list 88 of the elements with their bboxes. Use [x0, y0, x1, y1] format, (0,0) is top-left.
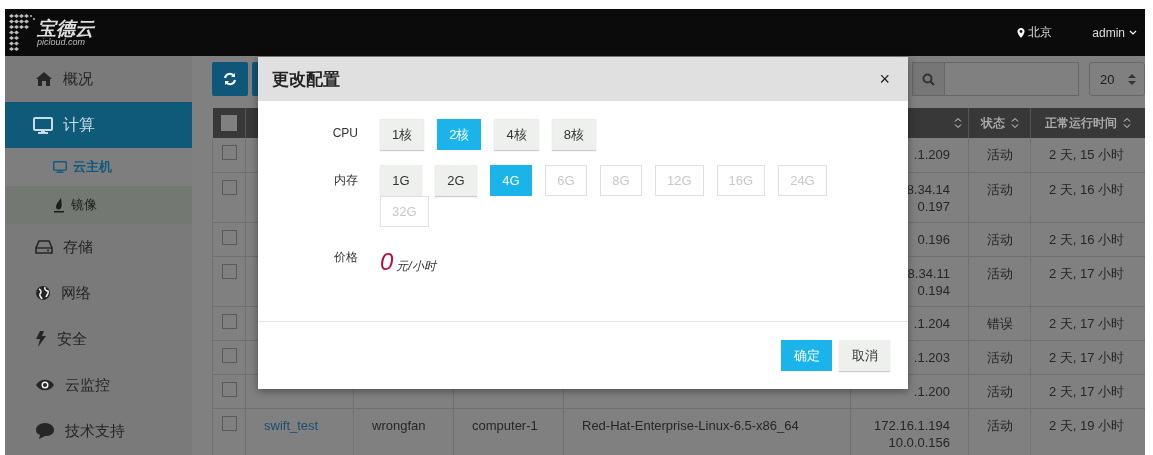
- uptime-cell: 2 天, 16 小时: [1049, 181, 1125, 197]
- row-checkbox[interactable]: [222, 347, 237, 363]
- option-button[interactable]: 4G: [490, 165, 532, 196]
- logo-icon: [7, 12, 35, 53]
- dialog-title: 更改配置: [272, 68, 340, 91]
- ip-address-cell: 8.34.14 0.197: [906, 181, 950, 214]
- logo-text: 宝德云: [37, 18, 94, 38]
- status-cell: 活动: [987, 349, 1013, 365]
- row-checkbox[interactable]: [222, 263, 237, 279]
- home-icon: [35, 71, 53, 87]
- confirm-button[interactable]: 确定: [781, 340, 832, 371]
- globe-icon: [35, 285, 51, 301]
- eye-icon: [35, 378, 55, 392]
- field-label: 内存: [333, 172, 358, 189]
- sidebar-subitem[interactable]: 镜像: [5, 186, 192, 224]
- cancel-button[interactable]: 取消: [839, 340, 890, 371]
- search-field[interactable]: [944, 62, 1079, 96]
- status-cell: 活动: [987, 265, 1013, 281]
- status-cell: 活动: [987, 417, 1013, 433]
- uptime-cell: 2 天, 17 小时: [1049, 383, 1125, 399]
- select-all-checkbox[interactable]: [220, 115, 237, 131]
- row-checkbox[interactable]: [222, 179, 237, 195]
- field-label: 价格: [333, 249, 358, 266]
- price-unit: 元/小时: [396, 258, 436, 275]
- price-value: 0: [380, 248, 394, 276]
- sidebar-item[interactable]: 概况: [5, 56, 192, 102]
- option-button[interactable]: 8核: [551, 119, 596, 150]
- close-button[interactable]: ×: [877, 70, 892, 88]
- status-cell: 活动: [987, 147, 1013, 162]
- sort-arrows-icon: [1128, 73, 1136, 85]
- status-cell: 错误: [987, 315, 1013, 331]
- ink-drop-icon: [53, 197, 65, 213]
- ip-address-cell: 172.16.1.194 10.0.0.156: [874, 417, 950, 450]
- ip-address-cell: .1.209: [913, 147, 950, 162]
- location-pin-icon: [1017, 26, 1026, 39]
- sidebar-item[interactable]: 安全: [5, 316, 192, 362]
- sidebar-item[interactable]: 存储: [5, 224, 192, 270]
- uptime-cell: 2 天, 19 小时: [1049, 417, 1125, 433]
- user-menu[interactable]: admin: [1092, 25, 1137, 40]
- search-button[interactable]: [912, 62, 944, 96]
- row-checkbox[interactable]: [222, 381, 237, 397]
- option-button[interactable]: 1核: [380, 119, 425, 150]
- ip-address-cell: 0.196: [917, 231, 950, 247]
- option-button[interactable]: 2G: [435, 165, 477, 196]
- ip-address-cell: .1.204: [913, 315, 950, 331]
- chevron-down-icon: [1129, 30, 1137, 35]
- location-label: 北京: [1028, 24, 1053, 41]
- uptime-cell: 2 天, 16 小时: [1049, 231, 1125, 247]
- sort-icon: [1010, 117, 1019, 129]
- ip-address-cell: .1.200: [913, 383, 950, 399]
- status-cell: 活动: [987, 181, 1013, 197]
- row-checkbox[interactable]: [222, 145, 237, 160]
- sidebar-item[interactable]: 技术支持: [5, 408, 192, 454]
- ip-address-cell: 8.34.11 0.194: [907, 265, 950, 298]
- row-checkbox[interactable]: [222, 229, 237, 245]
- monitor-icon: [53, 161, 67, 173]
- table-cell: Red-Hat-Enterprise-Linux-6.5-x86_64: [582, 417, 799, 433]
- logo-domain: picloud.com: [37, 37, 86, 47]
- sidebar-subitem[interactable]: 云主机: [5, 148, 192, 186]
- sort-icon: [1123, 117, 1131, 129]
- instance-link[interactable]: swift_test: [264, 417, 319, 433]
- sidebar-item[interactable]: 云监控: [5, 362, 192, 408]
- refresh-button[interactable]: [212, 62, 248, 96]
- status-cell: 活动: [987, 383, 1013, 399]
- search-icon: [922, 72, 935, 86]
- sidebar-item[interactable]: 网络: [5, 270, 192, 316]
- page-size-select[interactable]: 20: [1089, 62, 1145, 96]
- uptime-cell: 2 天, 17 小时: [1049, 265, 1125, 281]
- status-cell: 活动: [987, 231, 1013, 247]
- sort-icon: [954, 117, 962, 129]
- row-checkbox[interactable]: [222, 313, 237, 329]
- chat-bubble-icon: [35, 422, 55, 440]
- uptime-cell: 2 天, 15 小时: [1049, 147, 1125, 162]
- ip-address-cell: .1.203: [913, 349, 950, 365]
- monitor-icon: [33, 116, 53, 134]
- sidebar-item[interactable]: 计算: [5, 102, 192, 148]
- table-cell: wrongfan: [372, 417, 426, 433]
- table-cell: computer-1: [472, 417, 538, 433]
- refresh-icon: [223, 72, 237, 86]
- row-checkbox[interactable]: [222, 415, 237, 431]
- field-label: CPU: [331, 125, 358, 142]
- bolt-icon: [35, 330, 47, 348]
- option-button[interactable]: 2核: [437, 119, 482, 150]
- option-button[interactable]: 4核: [494, 119, 539, 150]
- uptime-cell: 2 天, 17 小时: [1049, 349, 1125, 365]
- hard-drive-icon: [35, 239, 53, 255]
- option-button[interactable]: 1G: [380, 165, 422, 196]
- uptime-cell: 2 天, 17 小时: [1049, 315, 1125, 331]
